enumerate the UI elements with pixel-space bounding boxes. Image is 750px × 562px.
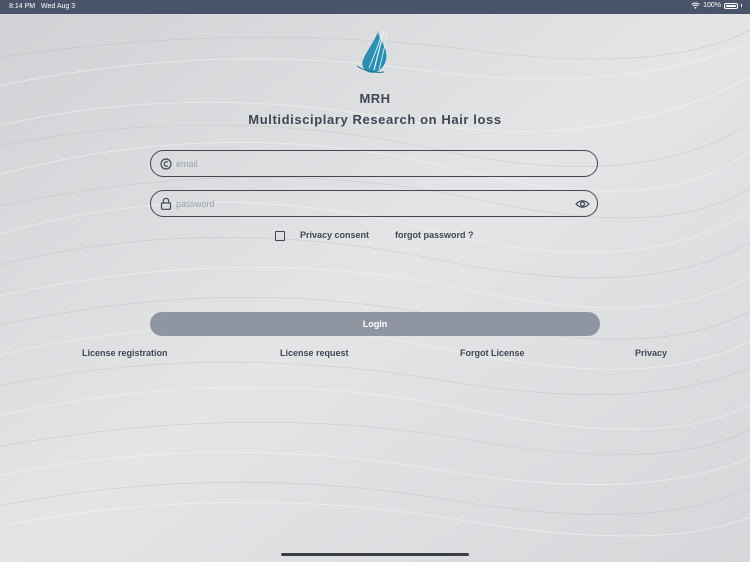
status-time: 8:14 PM <box>9 3 36 10</box>
mrh-logo-icon <box>356 29 388 73</box>
lock-icon <box>159 197 173 211</box>
forgot-password-link[interactable]: forgot password ? <box>395 230 474 240</box>
at-sign-icon <box>159 157 173 171</box>
privacy-consent-label[interactable]: Privacy consent <box>300 230 369 240</box>
privacy-consent-checkbox[interactable] <box>275 231 285 241</box>
status-bar: 8:14 PM Wed Aug 3 100% <box>0 0 750 14</box>
app-subtitle: Multidisciplary Research on Hair loss <box>248 112 502 127</box>
status-right: 100% <box>691 2 742 9</box>
email-field[interactable] <box>150 150 598 177</box>
wifi-icon <box>691 2 700 9</box>
email-input[interactable] <box>176 158 597 169</box>
password-field[interactable] <box>150 190 598 217</box>
login-button[interactable]: Login <box>150 312 600 336</box>
license-request-link[interactable]: License request <box>280 348 349 358</box>
home-indicator[interactable] <box>281 553 469 556</box>
battery-icon <box>724 2 738 9</box>
battery-tip <box>741 4 742 7</box>
forgot-license-link[interactable]: Forgot License <box>460 348 525 358</box>
show-password-eye-icon[interactable] <box>574 197 590 211</box>
app-title: MRH <box>359 91 391 106</box>
background-texture <box>0 0 750 562</box>
battery-percent: 100% <box>703 2 721 9</box>
license-registration-link[interactable]: License registration <box>82 348 168 358</box>
password-input[interactable] <box>176 198 574 209</box>
status-date: Wed Aug 3 <box>41 3 76 10</box>
privacy-link[interactable]: Privacy <box>635 348 667 358</box>
